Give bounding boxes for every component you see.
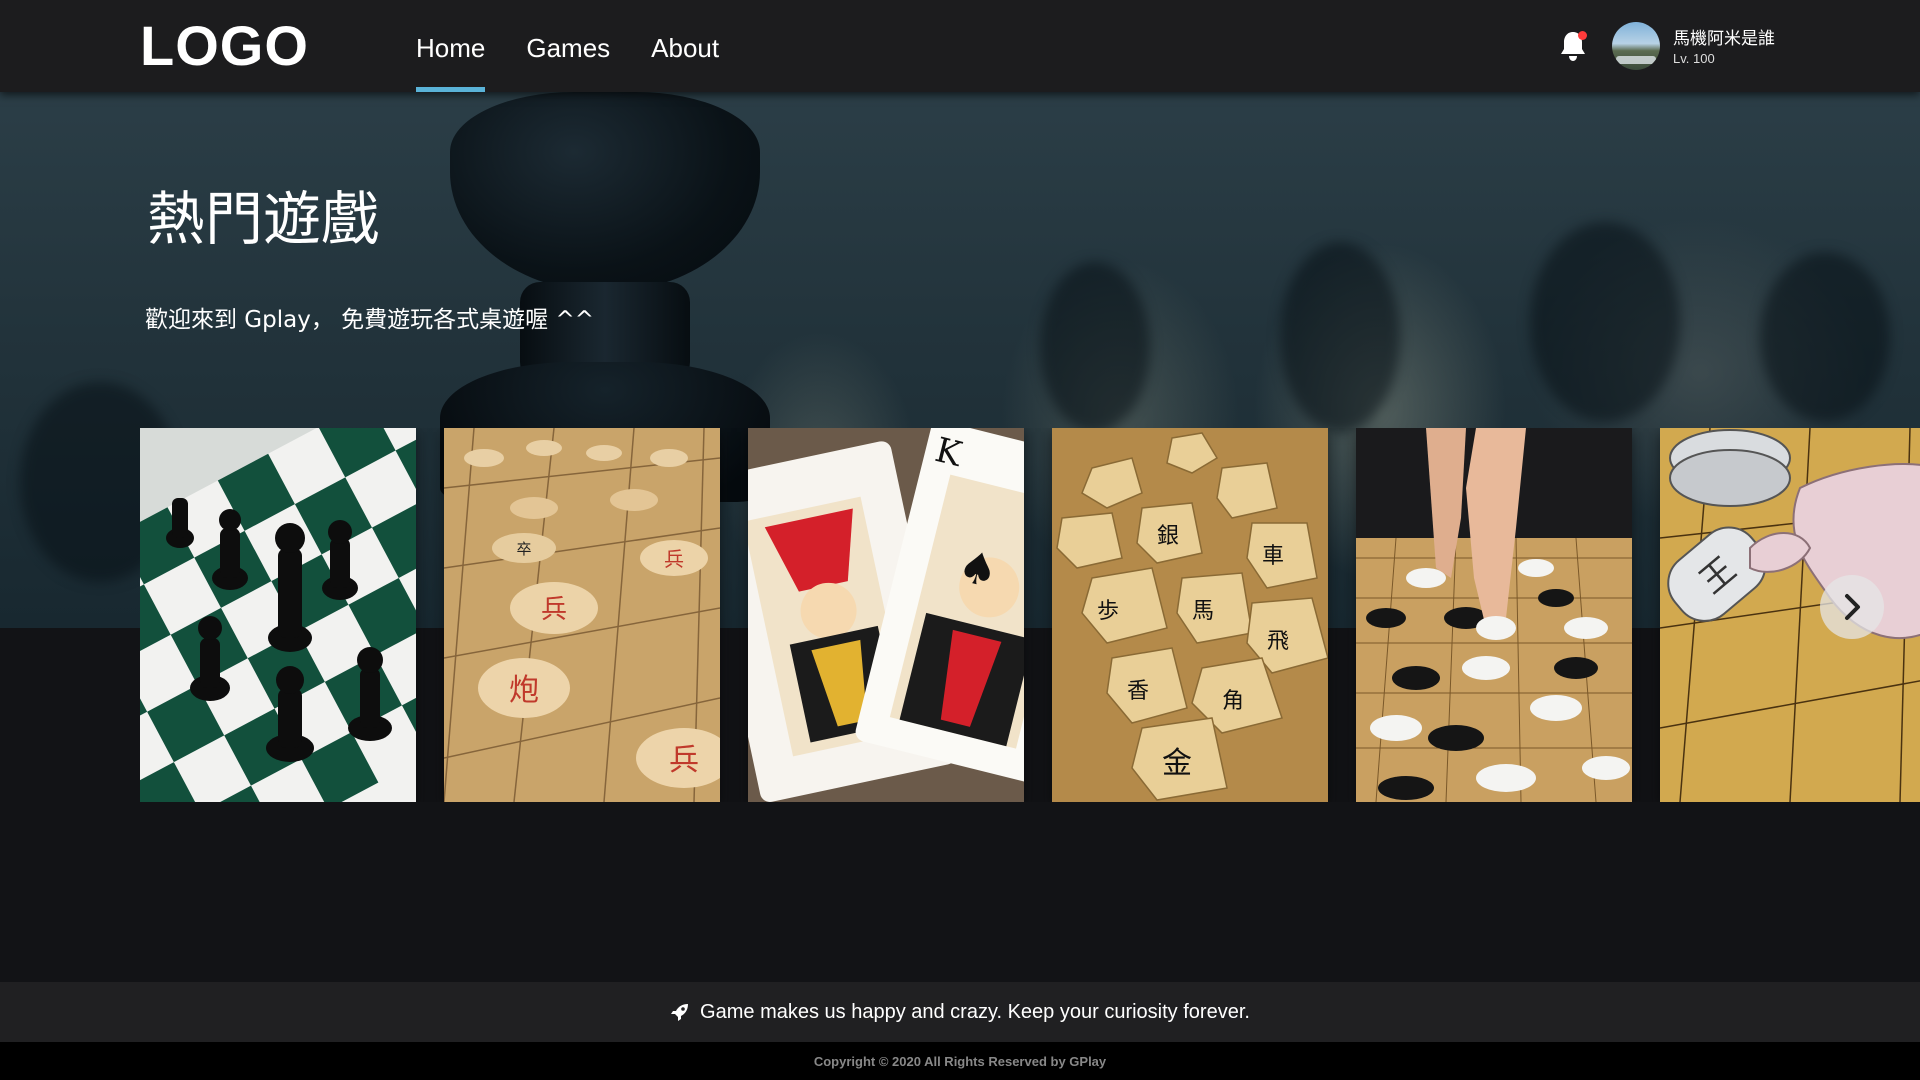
footer-tagline: Game makes us happy and crazy. Keep your…	[700, 1000, 1250, 1023]
svg-text:香: 香	[1127, 679, 1149, 704]
svg-text:炮: 炮	[509, 673, 539, 708]
chess-image	[140, 428, 416, 802]
svg-text:兵: 兵	[664, 547, 684, 571]
nav-games[interactable]: Games	[526, 0, 610, 92]
svg-text:角: 角	[1222, 689, 1244, 714]
main-nav: Home Games About	[416, 0, 719, 92]
nav-home[interactable]: Home	[416, 0, 486, 92]
svg-text:兵: 兵	[669, 743, 699, 778]
background-piece	[1760, 252, 1890, 422]
notification-dot	[1578, 31, 1587, 40]
svg-text:卒: 卒	[516, 540, 531, 558]
page-title: 熱門遊戲	[147, 185, 380, 253]
avatar[interactable]	[1612, 22, 1660, 70]
chinese-chess-image: 兵 兵 炮 兵 卒	[444, 428, 720, 802]
svg-text:歩: 歩	[1097, 599, 1119, 624]
site-logo[interactable]: LOGO	[140, 16, 309, 76]
game-card-chinese-chess[interactable]: 兵 兵 炮 兵 卒	[444, 428, 720, 802]
user-name[interactable]: 馬機阿米是誰	[1673, 24, 1775, 49]
king-piece	[450, 92, 760, 292]
svg-text:飛: 飛	[1267, 629, 1289, 654]
go-image	[1356, 428, 1632, 802]
svg-text:車: 車	[1262, 544, 1284, 569]
game-card-chess[interactable]	[140, 428, 416, 802]
background-piece	[1280, 242, 1400, 432]
game-card-poker[interactable]: Q ♠ K ♠	[748, 428, 1024, 802]
top-nav-bar: LOGO Home Games About 馬機阿米是誰 Lv. 100	[0, 0, 1920, 92]
shogi-image: 歩 馬飛 香 角金 銀車	[1052, 428, 1328, 802]
svg-text:馬: 馬	[1192, 599, 1214, 624]
game-card-go[interactable]	[1356, 428, 1632, 802]
chevron-right-icon	[1845, 594, 1860, 620]
playing-cards-image: Q ♠ K ♠	[748, 428, 1024, 802]
carousel-next-button[interactable]	[1820, 575, 1884, 639]
svg-text:銀: 銀	[1157, 524, 1179, 549]
copyright-text: Copyright © 2020 All Rights Reserved by …	[813, 1053, 1107, 1069]
background-piece	[1530, 222, 1680, 422]
footer-copyright-bar: Copyright © 2020 All Rights Reserved by …	[0, 1042, 1920, 1080]
hero-subtitle: 歡迎來到 Gplay， 免費遊玩各式桌遊喔 ^^	[145, 307, 594, 333]
user-level: Lv. 100	[1673, 51, 1715, 66]
rocket-icon	[671, 1004, 689, 1021]
nav-about[interactable]: About	[651, 0, 719, 92]
game-carousel: 兵 兵 炮 兵 卒 Q ♠	[140, 428, 1920, 802]
svg-text:兵: 兵	[541, 595, 567, 625]
background-piece	[1040, 262, 1150, 432]
svg-text:金: 金	[1162, 746, 1192, 781]
game-card-shogi[interactable]: 歩 馬飛 香 角金 銀車	[1052, 428, 1328, 802]
footer-tagline-bar: Game makes us happy and crazy. Keep your…	[0, 982, 1920, 1042]
